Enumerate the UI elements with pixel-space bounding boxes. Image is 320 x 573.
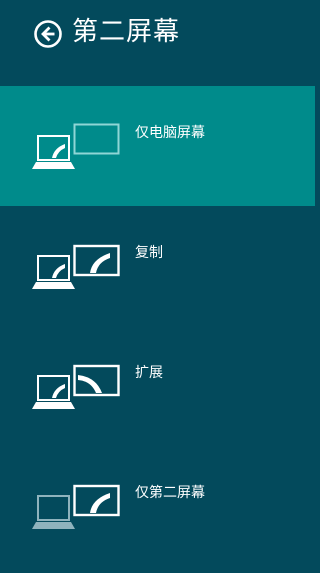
duplicate-icon — [32, 244, 120, 289]
back-button[interactable] — [33, 19, 63, 49]
option-label: 复制 — [135, 245, 163, 261]
option-second-screen-only[interactable]: 仅第二屏幕 — [0, 446, 315, 566]
option-label: 仅电脑屏幕 — [135, 125, 205, 141]
pc-screen-only-icon — [32, 123, 120, 169]
back-arrow-icon — [34, 20, 62, 48]
page-title: 第二屏幕 — [72, 17, 181, 47]
option-duplicate[interactable]: 复制 — [0, 206, 315, 326]
option-pc-screen-only[interactable]: 仅电脑屏幕 — [0, 86, 315, 206]
second-screen-pane: 第二屏幕 仅电脑屏幕 复制 扩展 仅第二屏幕 — [0, 0, 315, 573]
extend-icon — [32, 364, 120, 409]
option-label: 仅第二屏幕 — [135, 485, 205, 501]
second-screen-only-icon — [32, 484, 120, 529]
option-extend[interactable]: 扩展 — [0, 326, 315, 446]
pane-header: 第二屏幕 — [0, 0, 315, 70]
option-label: 扩展 — [135, 365, 163, 381]
